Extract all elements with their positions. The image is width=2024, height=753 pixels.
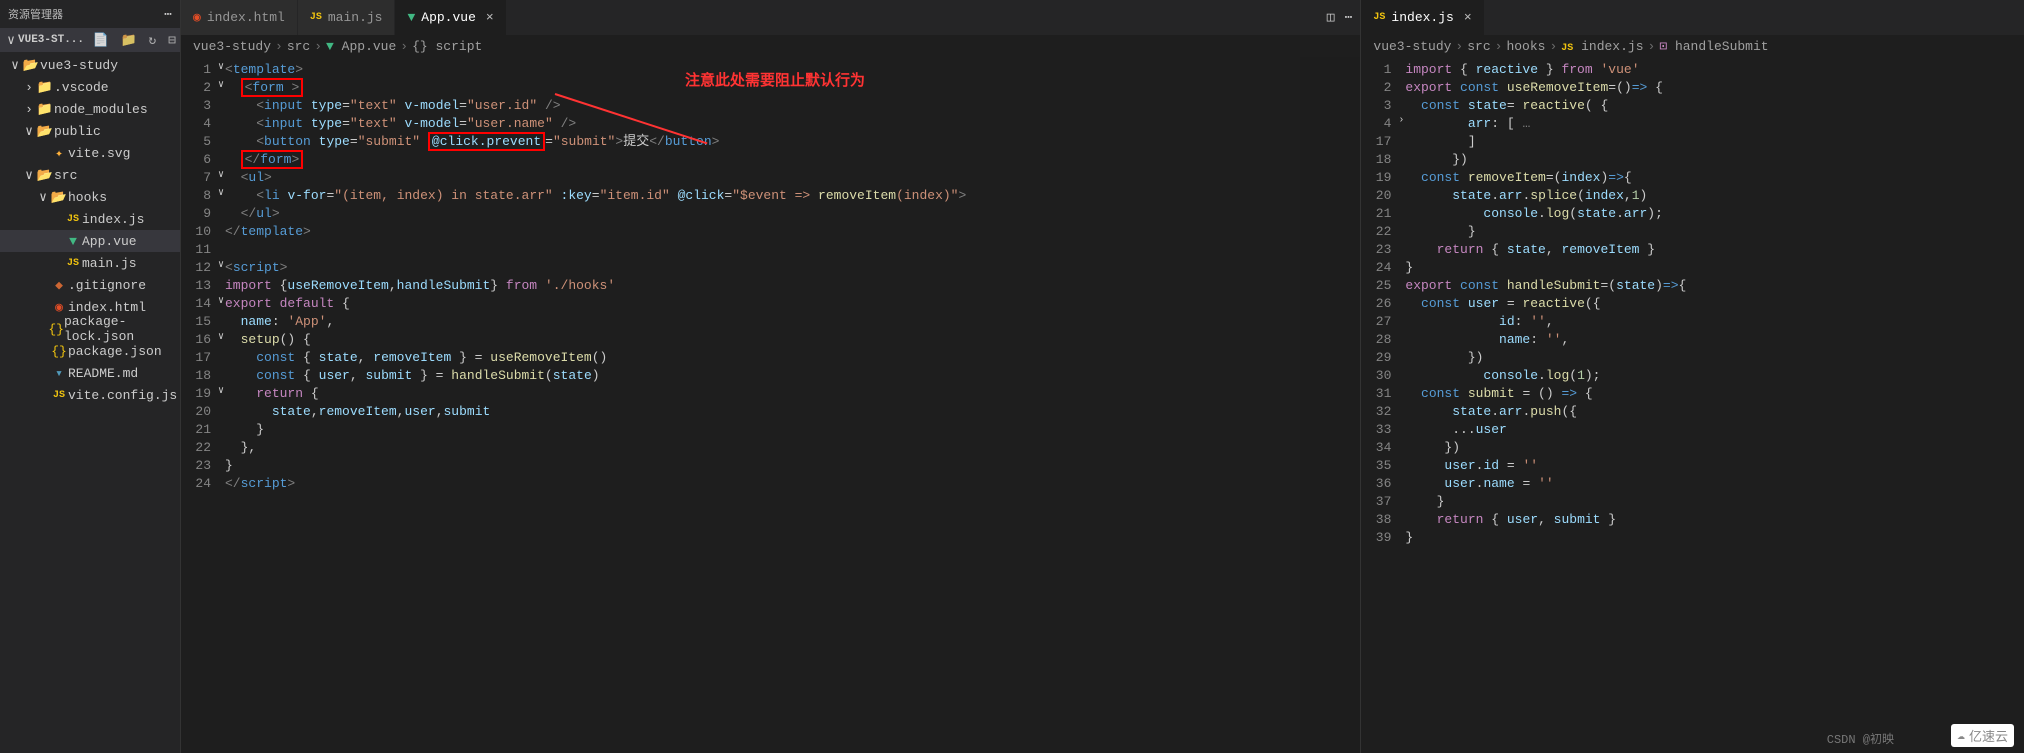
- tree-item-App.vue[interactable]: ▼App.vue: [0, 230, 180, 252]
- line-gutter: ∨1∨23456∨7∨891011∨1213∨1415∨161718∨19202…: [181, 57, 225, 753]
- minimap[interactable]: [1300, 57, 1360, 753]
- split-icon[interactable]: ◫: [1327, 10, 1335, 25]
- project-name: VUE3-ST...: [18, 34, 89, 46]
- tab-index.js[interactable]: JSindex.js×: [1361, 0, 1484, 35]
- explorer-title: 资源管理器: [8, 6, 164, 22]
- tree-item-package.json[interactable]: {}package.json: [0, 340, 180, 362]
- tree-item-.gitignore[interactable]: ◆.gitignore: [0, 274, 180, 296]
- editor-group-left: ◉index.htmlJSmain.js▼App.vue× ◫ ⋯ vue3-s…: [180, 0, 1360, 753]
- line-gutter: 123›417181920212223242526272829303132333…: [1361, 57, 1405, 753]
- tree-item-package-lock.json[interactable]: {}package-lock.json: [0, 318, 180, 340]
- tree-item-node_modules[interactable]: ›📁node_modules: [0, 98, 180, 120]
- close-icon[interactable]: ×: [1464, 10, 1472, 25]
- explorer-sidebar: 资源管理器 ⋯ ∨ VUE3-ST... 📄 📁 ↻ ⊟ ∨📂vue3-stud…: [0, 0, 180, 753]
- tree-item-vue3-study[interactable]: ∨📂vue3-study: [0, 54, 180, 76]
- collapse-icon[interactable]: ⊟: [168, 33, 176, 48]
- tree-item-src[interactable]: ∨📂src: [0, 164, 180, 186]
- code-area[interactable]: import { reactive } from 'vue'export con…: [1405, 57, 2024, 753]
- watermark-logo: ☁亿速云: [1951, 724, 2014, 747]
- tree-item-public[interactable]: ∨📂public: [0, 120, 180, 142]
- editor-left[interactable]: ∨1∨23456∨7∨891011∨1213∨1415∨161718∨19202…: [181, 57, 1360, 753]
- file-tree: ∨📂vue3-study›📁.vscode›📁node_modules∨📂pub…: [0, 52, 180, 753]
- tab-index.html[interactable]: ◉index.html: [181, 0, 298, 35]
- tab-bar-right: JSindex.js×: [1361, 0, 2024, 35]
- tree-item-vite.config.js[interactable]: JSvite.config.js: [0, 384, 180, 406]
- tree-item-main.js[interactable]: JSmain.js: [0, 252, 180, 274]
- new-file-icon[interactable]: 📄: [93, 33, 109, 48]
- tab-bar-left: ◉index.htmlJSmain.js▼App.vue× ◫ ⋯: [181, 0, 1360, 35]
- annotation-text: 注意此处需要阻止默认行为: [685, 69, 865, 90]
- tree-item-hooks[interactable]: ∨📂hooks: [0, 186, 180, 208]
- new-folder-icon[interactable]: 📁: [121, 33, 137, 48]
- project-bar[interactable]: ∨ VUE3-ST... 📄 📁 ↻ ⊟: [0, 28, 180, 52]
- breadcrumbs-right[interactable]: vue3-study›src›hooks›JS index.js›⊡ handl…: [1361, 35, 2024, 57]
- refresh-icon[interactable]: ↻: [149, 33, 157, 48]
- explorer-header: 资源管理器 ⋯: [0, 0, 180, 28]
- tab-App.vue[interactable]: ▼App.vue×: [395, 0, 506, 35]
- tree-item-.vscode[interactable]: ›📁.vscode: [0, 76, 180, 98]
- editor-right[interactable]: 123›417181920212223242526272829303132333…: [1361, 57, 2024, 753]
- tree-item-index.js[interactable]: JSindex.js: [0, 208, 180, 230]
- tree-item-vite.svg[interactable]: ✦vite.svg: [0, 142, 180, 164]
- breadcrumbs-left[interactable]: vue3-study›src›▼ App.vue›{} script: [181, 35, 1360, 57]
- more-icon[interactable]: ⋯: [1345, 10, 1353, 25]
- tab-main.js[interactable]: JSmain.js: [298, 0, 396, 35]
- close-icon[interactable]: ×: [486, 10, 494, 25]
- tree-item-README.md[interactable]: ▾README.md: [0, 362, 180, 384]
- more-icon[interactable]: ⋯: [164, 7, 172, 22]
- editor-group-right: JSindex.js× vue3-study›src›hooks›JS inde…: [1360, 0, 2024, 753]
- watermark: CSDN @初映: [1827, 730, 1894, 747]
- code-area[interactable]: 注意此处需要阻止默认行为 <template> <form > <input t…: [225, 57, 1300, 753]
- chevron-down-icon: ∨: [4, 33, 18, 48]
